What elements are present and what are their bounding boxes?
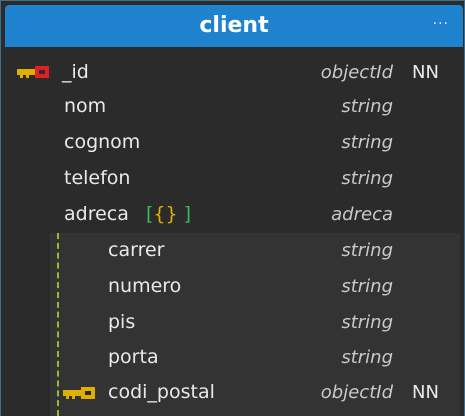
field-row-cognom[interactable]: cognom string bbox=[0, 125, 465, 160]
field-name: cognom bbox=[64, 131, 141, 153]
field-type: string bbox=[341, 240, 393, 261]
entity-title[interactable]: client bbox=[5, 5, 463, 47]
subfield-row-pis[interactable]: pis string bbox=[0, 305, 465, 340]
field-name: codi_postal bbox=[108, 381, 215, 403]
field-type: string bbox=[341, 96, 393, 117]
subfield-row-carrer[interactable]: carrer string bbox=[0, 233, 465, 268]
field-row-id[interactable]: _id objectId NN bbox=[0, 55, 465, 90]
field-type: adreca bbox=[331, 204, 393, 225]
subfield-row-porta[interactable]: porta string bbox=[0, 340, 465, 375]
field-row-adreca[interactable]: adreca [{} ] adreca bbox=[0, 197, 465, 232]
field-type: string bbox=[341, 347, 393, 368]
field-row-telefon[interactable]: telefon string bbox=[0, 161, 465, 196]
entity-header[interactable]: client ··· bbox=[5, 5, 463, 47]
field-type: string bbox=[341, 276, 393, 297]
field-type: string bbox=[341, 168, 393, 189]
field-name: numero bbox=[108, 275, 182, 297]
array-object-indicator: [{} ] bbox=[146, 203, 192, 225]
field-type: objectId bbox=[320, 62, 393, 83]
field-name: porta bbox=[108, 346, 159, 368]
field-type: string bbox=[341, 312, 393, 333]
field-name: _id bbox=[62, 61, 89, 83]
field-name: nom bbox=[64, 95, 107, 117]
field-name: pis bbox=[108, 311, 136, 333]
primary-key-icon bbox=[17, 66, 49, 78]
subfield-row-codi-postal[interactable]: codi_postal objectId NN bbox=[0, 375, 465, 410]
field-name: adreca bbox=[64, 203, 129, 225]
subfield-row-numero[interactable]: numero string bbox=[0, 269, 465, 304]
not-null-badge: NN bbox=[412, 382, 439, 403]
more-options-icon[interactable]: ··· bbox=[433, 5, 449, 47]
foreign-key-icon bbox=[63, 387, 95, 399]
field-type: objectId bbox=[320, 382, 393, 403]
field-row-nom[interactable]: nom string bbox=[0, 89, 465, 124]
field-name: carrer bbox=[108, 239, 165, 261]
not-null-badge: NN bbox=[412, 62, 439, 83]
field-name: telefon bbox=[64, 167, 131, 189]
field-type: string bbox=[341, 132, 393, 153]
